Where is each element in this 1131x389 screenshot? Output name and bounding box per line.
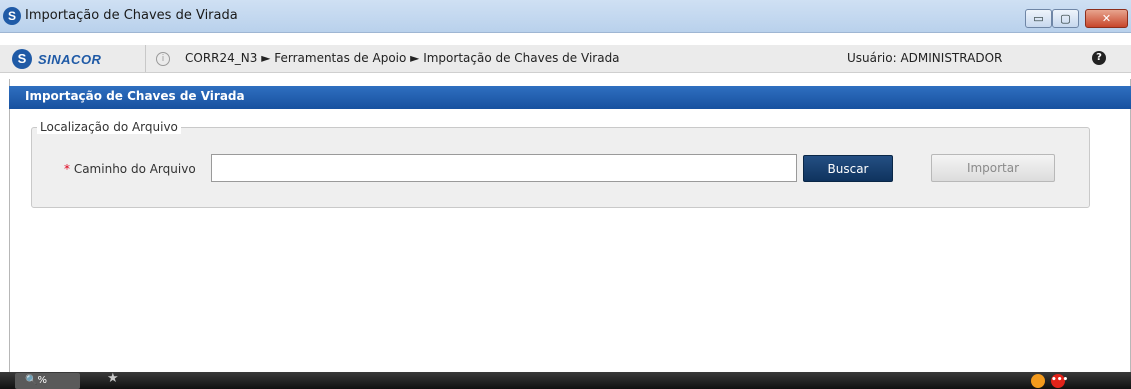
app-logo-icon: S [3, 7, 21, 25]
taskbar [0, 372, 1131, 389]
path-label-text: Caminho do Arquivo [73, 162, 196, 176]
close-button[interactable]: ✕ [1085, 9, 1128, 28]
file-path-input[interactable] [211, 154, 797, 182]
nav-divider [145, 45, 146, 72]
window-title: Importação de Chaves de Virada [25, 8, 238, 23]
sinacor-logo[interactable]: S SINACOR [12, 48, 134, 70]
path-label: * Caminho do Arquivo [64, 162, 196, 176]
sinacor-logo-text: SINACOR [38, 51, 102, 67]
user-label: Usuário: ADMINISTRADOR [847, 51, 1003, 65]
maximize-button[interactable]: ▢ [1052, 9, 1079, 28]
fieldset-legend: Localização do Arquivo [37, 120, 181, 134]
taskbar-notification-icon[interactable] [1031, 374, 1045, 388]
taskbar-more-icon[interactable]: ••• [1051, 374, 1068, 388]
importar-button[interactable]: Importar [931, 154, 1055, 182]
top-navbar: S SINACOR i CORR24_N3 ► Ferramentas de A… [0, 45, 1131, 73]
help-icon[interactable]: ? [1092, 51, 1106, 65]
panel-title: Importação de Chaves de Virada [25, 89, 245, 103]
info-icon[interactable]: i [156, 52, 170, 66]
minimize-button[interactable]: ▭ [1025, 9, 1052, 28]
buscar-button[interactable]: Buscar [803, 155, 893, 182]
breadcrumb: CORR24_N3 ► Ferramentas de Apoio ► Impor… [185, 51, 620, 65]
taskbar-star-icon[interactable]: ★ [107, 371, 119, 386]
required-marker: * [64, 162, 70, 176]
sinacor-logo-icon: S [12, 49, 32, 69]
taskbar-search-zoom[interactable]: 🔍% [15, 373, 80, 389]
